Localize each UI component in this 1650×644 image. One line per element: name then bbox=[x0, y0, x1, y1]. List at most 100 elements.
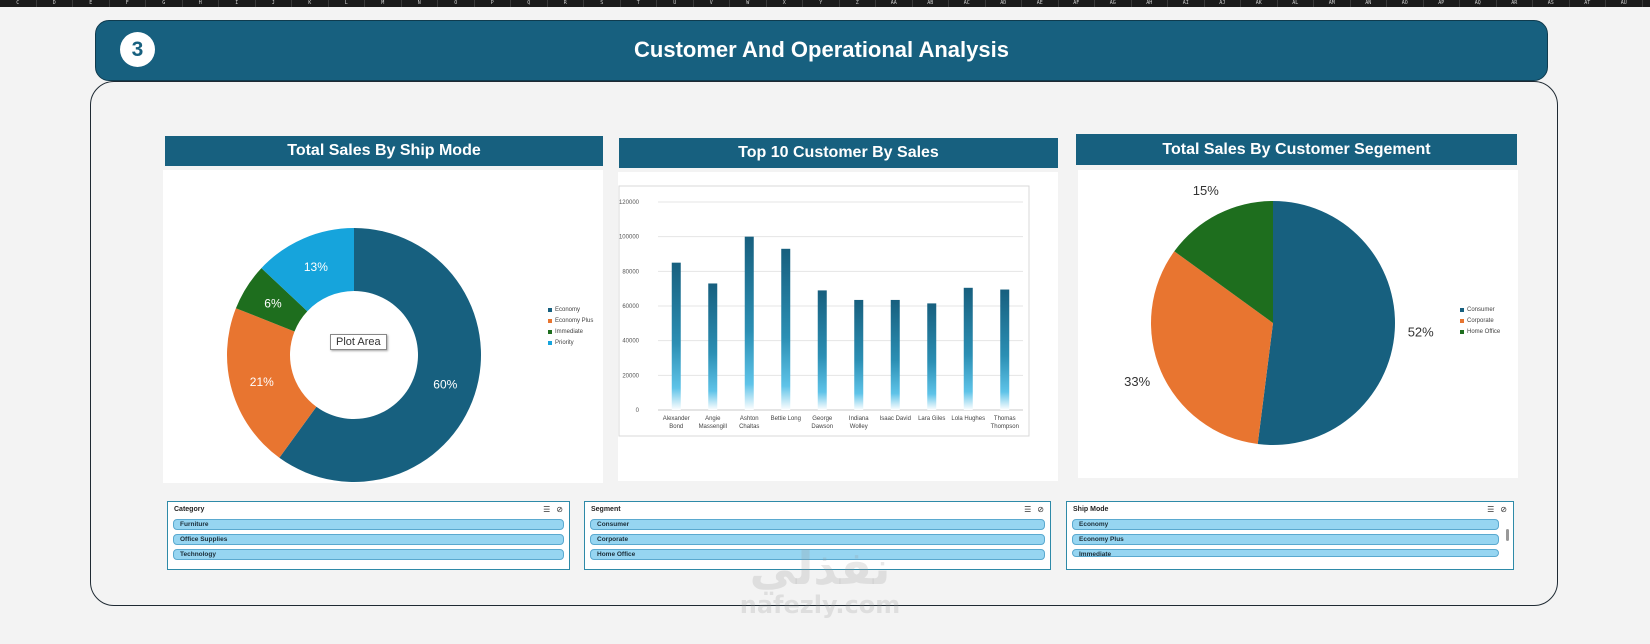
column-header[interactable]: AN bbox=[1351, 0, 1387, 7]
column-header[interactable]: AJ bbox=[1205, 0, 1241, 7]
column-header[interactable]: AI bbox=[1168, 0, 1205, 7]
column-header[interactable]: J bbox=[256, 0, 292, 7]
column-header[interactable]: N bbox=[402, 0, 438, 7]
column-header[interactable]: AB bbox=[913, 0, 949, 7]
category-slicer[interactable]: Category ☰ ⊘ Furniture Office Supplies Te… bbox=[167, 501, 570, 570]
page-title: Customer And Operational Analysis bbox=[634, 37, 1009, 62]
ship-mode-chart-title: Total Sales By Ship Mode bbox=[165, 136, 603, 166]
column-header[interactable]: S bbox=[584, 0, 621, 7]
column-header[interactable]: AH bbox=[1132, 0, 1168, 7]
column-header[interactable]: Q bbox=[511, 0, 548, 7]
column-header[interactable]: O bbox=[438, 0, 475, 7]
column-header[interactable]: C bbox=[0, 0, 37, 7]
multi-select-icon[interactable]: ☰ bbox=[543, 505, 550, 514]
x-tick-label: Chaltas bbox=[739, 424, 759, 430]
slicer-item-consumer[interactable]: Consumer bbox=[590, 519, 1045, 530]
top-customers-chart[interactable]: 0 20000 40000 60000 80000 100000 120000 Alexand… bbox=[618, 172, 1058, 481]
column-header[interactable]: I bbox=[219, 0, 256, 7]
column-header[interactable]: AV bbox=[1643, 0, 1650, 7]
column-header[interactable]: L bbox=[329, 0, 365, 7]
clear-filter-icon[interactable]: ⊘ bbox=[556, 505, 563, 514]
column-header[interactable]: U bbox=[657, 0, 694, 7]
x-tick-label: Lola Hughes bbox=[951, 416, 985, 422]
data-label: 21% bbox=[250, 375, 274, 389]
bar[interactable] bbox=[708, 283, 718, 410]
column-header[interactable]: AP bbox=[1424, 0, 1460, 7]
column-header[interactable]: AT bbox=[1570, 0, 1606, 7]
x-tick-label: Wolley bbox=[850, 424, 868, 430]
multi-select-icon[interactable]: ☰ bbox=[1024, 505, 1031, 514]
bar[interactable] bbox=[927, 303, 937, 410]
slicer-item-technology[interactable]: Technology bbox=[173, 549, 564, 560]
column-header[interactable]: AG bbox=[1095, 0, 1132, 7]
slicer-item-economy-plus[interactable]: Economy Plus bbox=[1072, 534, 1499, 545]
legend-swatch bbox=[1460, 307, 1464, 312]
column-header[interactable]: AA bbox=[876, 0, 913, 7]
column-header[interactable]: X bbox=[767, 0, 803, 7]
x-tick-label: Angie bbox=[705, 416, 721, 422]
column-header[interactable]: AE bbox=[1022, 0, 1059, 7]
column-header[interactable]: F bbox=[110, 0, 146, 7]
column-header[interactable]: AC bbox=[949, 0, 986, 7]
column-header[interactable]: AS bbox=[1533, 0, 1570, 7]
bar[interactable] bbox=[817, 290, 827, 410]
column-header[interactable]: Z bbox=[840, 0, 876, 7]
ship-mode-slicer[interactable]: Ship Mode ☰ ⊘ Economy Economy Plus Immedi… bbox=[1066, 501, 1514, 570]
bar[interactable] bbox=[671, 262, 681, 410]
column-header[interactable]: H bbox=[183, 0, 219, 7]
column-header[interactable]: AR bbox=[1497, 0, 1533, 7]
column-header[interactable]: T bbox=[621, 0, 657, 7]
data-label: 60% bbox=[433, 378, 457, 392]
column-header[interactable]: AD bbox=[986, 0, 1022, 7]
column-header[interactable]: AO bbox=[1387, 0, 1424, 7]
column-header-bar: C D E F G H I J K L M N O P Q R S T U V W X Y Z AA AB AC AD AE AF AG AH… bbox=[0, 0, 1650, 7]
column-header[interactable]: M bbox=[365, 0, 402, 7]
column-header[interactable]: D bbox=[37, 0, 73, 7]
clear-filter-icon[interactable]: ⊘ bbox=[1037, 505, 1044, 514]
column-header[interactable]: AL bbox=[1278, 0, 1314, 7]
y-tick-label: 20000 bbox=[622, 373, 639, 379]
slicer-item-office-supplies[interactable]: Office Supplies bbox=[173, 534, 564, 545]
column-header[interactable]: AQ bbox=[1460, 0, 1497, 7]
x-tick-label: Thompson bbox=[991, 424, 1019, 430]
legend-swatch bbox=[548, 340, 552, 345]
bar[interactable] bbox=[963, 287, 973, 410]
column-header[interactable]: P bbox=[475, 0, 511, 7]
column-header[interactable]: G bbox=[146, 0, 183, 7]
bar[interactable] bbox=[781, 248, 791, 410]
slicer-item-furniture[interactable]: Furniture bbox=[173, 519, 564, 530]
slicer-item-economy[interactable]: Economy bbox=[1072, 519, 1499, 530]
bar[interactable] bbox=[744, 236, 754, 410]
x-tick-label: Bond bbox=[669, 424, 683, 430]
legend-swatch bbox=[1460, 329, 1464, 334]
column-header[interactable]: W bbox=[730, 0, 767, 7]
data-label: 6% bbox=[264, 297, 282, 311]
legend-entry: Corporate bbox=[1460, 315, 1500, 326]
ship-mode-chart[interactable]: 60% 21% 6% 13% Economy Economy Plus Immediate… bbox=[163, 170, 603, 483]
column-header[interactable]: AF bbox=[1059, 0, 1095, 7]
column-header[interactable]: R bbox=[548, 0, 584, 7]
bar[interactable] bbox=[890, 299, 900, 410]
bar[interactable] bbox=[1000, 289, 1010, 410]
column-header[interactable]: V bbox=[694, 0, 730, 7]
segment-chart[interactable]: 52% 33% 15% Consumer Corporate Home Office bbox=[1078, 170, 1518, 478]
y-tick-label: 60000 bbox=[622, 304, 639, 310]
slicer-scrollbar[interactable] bbox=[1506, 529, 1509, 541]
slicer-item-immediate[interactable]: Immediate bbox=[1072, 549, 1499, 558]
watermark-arabic: نفذلي bbox=[749, 541, 891, 595]
segment-pie-chart: 52% 33% 15% bbox=[1124, 183, 1434, 445]
legend-entry: Economy Plus bbox=[548, 315, 593, 326]
x-tick-label: Bettie Long bbox=[771, 416, 801, 422]
bar[interactable] bbox=[854, 299, 864, 410]
column-header[interactable]: Y bbox=[803, 0, 840, 7]
column-header[interactable]: E bbox=[73, 0, 110, 7]
column-header[interactable]: AU bbox=[1606, 0, 1643, 7]
data-label: 15% bbox=[1193, 183, 1219, 198]
multi-select-icon[interactable]: ☰ bbox=[1487, 505, 1494, 514]
pie-slice[interactable] bbox=[1257, 201, 1395, 445]
column-header[interactable]: K bbox=[292, 0, 329, 7]
clear-filter-icon[interactable]: ⊘ bbox=[1500, 505, 1507, 514]
column-header[interactable]: AK bbox=[1241, 0, 1278, 7]
column-header[interactable]: AM bbox=[1314, 0, 1351, 7]
watermark: نفذلي nafezly.com bbox=[700, 545, 940, 619]
